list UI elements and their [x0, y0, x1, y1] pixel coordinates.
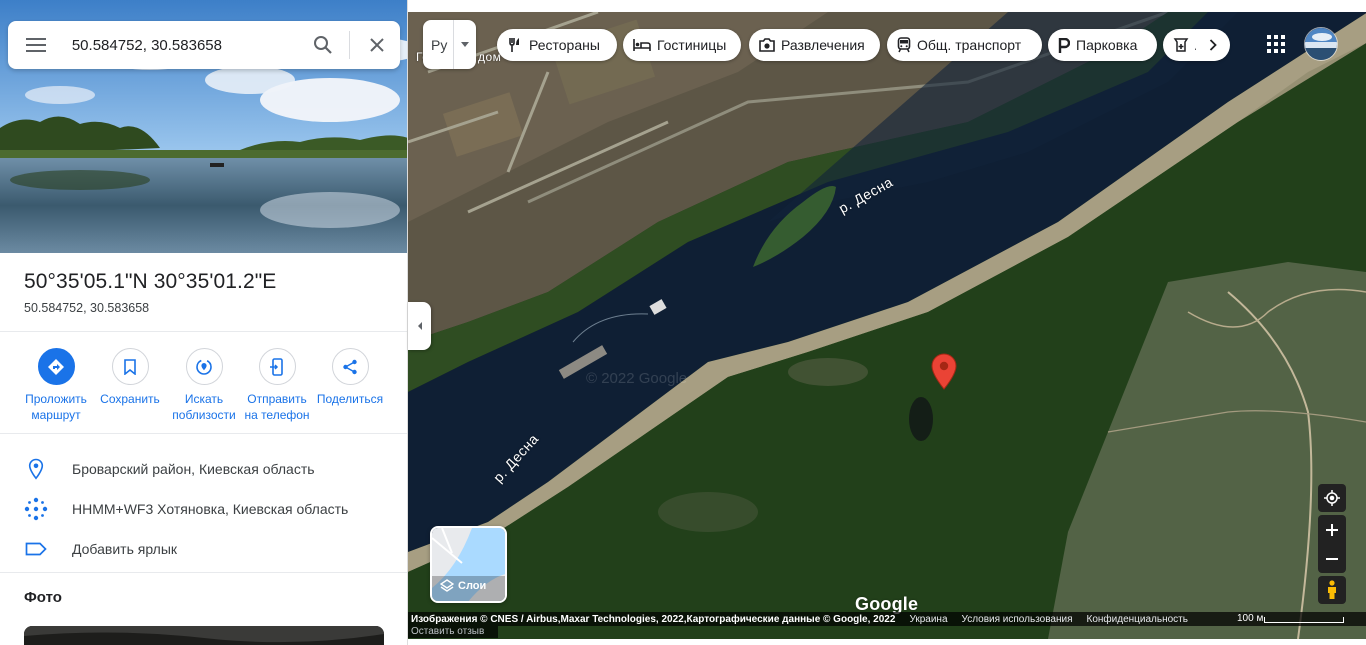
- chip-transit-label: Общ. транспорт: [917, 37, 1022, 53]
- share-icon: [331, 348, 369, 385]
- search-box: [8, 21, 400, 69]
- place-side-panel: 50°35'05.1"N 30°35'01.2"E 50.584752, 30.…: [0, 0, 408, 645]
- layers-label-group: Слои: [440, 579, 486, 593]
- photos-heading: Фото: [24, 589, 62, 606]
- chip-hotels-label: Гостиницы: [657, 37, 727, 53]
- directions-button[interactable]: Проложить маршрут: [19, 348, 93, 423]
- satellite-map[interactable]: р. Десна р. Десна Го дом © 2022 Google: [408, 12, 1366, 639]
- scale-label[interactable]: 100 м: [1237, 612, 1263, 626]
- save-label: Сохранить: [100, 392, 160, 406]
- imagery-attribution: Изображения © CNES / Airbus,Maxar Techno…: [411, 613, 896, 625]
- red-pin-icon: [931, 353, 957, 390]
- chip-transit[interactable]: Общ. транспорт: [887, 29, 1042, 61]
- address-text: Броварский район, Киевская область: [72, 461, 315, 477]
- restaurant-icon: [509, 38, 519, 52]
- add-label-row[interactable]: Добавить ярлык: [0, 529, 407, 569]
- layers-icon: [440, 579, 454, 592]
- street-view-pegman-button[interactable]: [1318, 576, 1346, 604]
- plus-code-text: HHMM+WF3 Хотяновка, Киевская область: [72, 501, 349, 517]
- divider: [0, 331, 407, 332]
- hotel-icon: [633, 39, 651, 51]
- chip-restaurants-label: Рестораны: [529, 37, 600, 53]
- zoom-out-button[interactable]: [1318, 544, 1346, 573]
- photo-thumbnail[interactable]: [24, 626, 384, 645]
- my-location-button[interactable]: [1318, 484, 1346, 512]
- chips-scroll-right-button[interactable]: [1196, 29, 1230, 61]
- minus-icon: [1326, 557, 1338, 560]
- plus-icon: [1326, 523, 1338, 536]
- search-input[interactable]: [71, 25, 302, 65]
- pharmacy-icon: [1173, 38, 1189, 52]
- pegman-icon: [1328, 580, 1336, 599]
- close-icon: [370, 38, 384, 52]
- map-watermark: © 2022 Google: [586, 370, 688, 387]
- bottom-white-strip: [408, 639, 1366, 645]
- layers-label: Слои: [458, 580, 487, 592]
- apps-grid-icon: [1267, 35, 1285, 53]
- chip-restaurants[interactable]: Рестораны: [497, 29, 617, 61]
- chevron-left-icon: [417, 322, 422, 330]
- chip-entertainment[interactable]: Развлечения: [749, 29, 880, 61]
- address-row[interactable]: Броварский район, Киевская область: [0, 449, 407, 489]
- country-link[interactable]: Украина: [909, 614, 947, 625]
- chip-parking-label: Парковка: [1076, 37, 1138, 53]
- transit-icon: [897, 37, 911, 53]
- top-white-strip: [408, 0, 1366, 12]
- label-icon: [25, 542, 47, 556]
- chip-parking[interactable]: Парковка: [1048, 29, 1157, 61]
- chevron-right-icon: [1209, 39, 1217, 51]
- attribution-bar: Изображения © CNES / Airbus,Maxar Techno…: [408, 612, 1366, 626]
- parking-icon: [1058, 37, 1070, 53]
- my-location-icon: [1324, 490, 1340, 506]
- place-title: 50°35'05.1"N 30°35'01.2"E: [24, 270, 277, 293]
- directions-icon: [37, 348, 75, 385]
- map-pin-marker[interactable]: [930, 353, 958, 391]
- search-button[interactable]: [301, 21, 345, 69]
- chip-hotels[interactable]: Гостиницы: [623, 29, 741, 61]
- google-maps-app: 50°35'05.1"N 30°35'01.2"E 50.584752, 30.…: [0, 0, 1366, 645]
- divider: [0, 433, 407, 434]
- search-nearby-button[interactable]: Искать поблизости: [167, 348, 241, 423]
- share-button[interactable]: Поделиться: [313, 348, 387, 407]
- location-pin-icon: [28, 458, 44, 480]
- clear-search-button[interactable]: [354, 21, 400, 69]
- zoom-in-button[interactable]: [1318, 515, 1346, 544]
- collapse-panel-button[interactable]: [408, 302, 431, 350]
- account-avatar[interactable]: [1304, 27, 1338, 61]
- bookmark-icon: [111, 348, 149, 385]
- add-label-text: Добавить ярлык: [72, 541, 178, 557]
- place-coordinates: 50.584752, 30.583658: [24, 301, 150, 315]
- save-button[interactable]: Сохранить: [93, 348, 167, 407]
- send-feedback-link[interactable]: Оставить отзыв: [408, 626, 498, 638]
- send-to-phone-label: Отправить на телефон: [244, 392, 310, 422]
- divider: [0, 572, 407, 573]
- language-label: Ру: [431, 36, 448, 53]
- action-buttons: Проложить маршрут Сохранить Искать побли…: [20, 348, 390, 428]
- send-to-phone-button[interactable]: Отправить на телефон: [240, 348, 314, 423]
- hamburger-menu-icon: [25, 38, 46, 52]
- share-label: Поделиться: [316, 392, 384, 406]
- chip-entertainment-label: Развлечения: [781, 37, 865, 53]
- scale-bar: [1264, 617, 1344, 623]
- camera-icon: [759, 38, 775, 52]
- directions-label: Проложить маршрут: [25, 392, 87, 422]
- photo-thumbnail-image: [24, 626, 384, 645]
- plus-code-row[interactable]: HHMM+WF3 Хотяновка, Киевская область: [0, 489, 407, 529]
- google-apps-button[interactable]: [1262, 30, 1290, 58]
- layers-toggle[interactable]: Слои: [430, 526, 507, 603]
- zoom-controls: [1318, 515, 1346, 573]
- send-to-phone-icon: [258, 348, 296, 385]
- privacy-link[interactable]: Конфиденциальность: [1087, 614, 1188, 625]
- search-icon: [314, 36, 332, 54]
- satellite-imagery: [408, 12, 1366, 639]
- menu-button[interactable]: [8, 21, 64, 69]
- terms-link[interactable]: Условия использования: [962, 614, 1073, 625]
- plus-code-icon: [24, 497, 48, 521]
- nearby-icon: [185, 348, 223, 385]
- search-divider: [349, 31, 351, 59]
- search-nearby-label: Искать поблизости: [172, 392, 236, 422]
- map-language-selector[interactable]: Ру: [423, 20, 476, 69]
- dropdown-arrow-icon: [454, 42, 476, 47]
